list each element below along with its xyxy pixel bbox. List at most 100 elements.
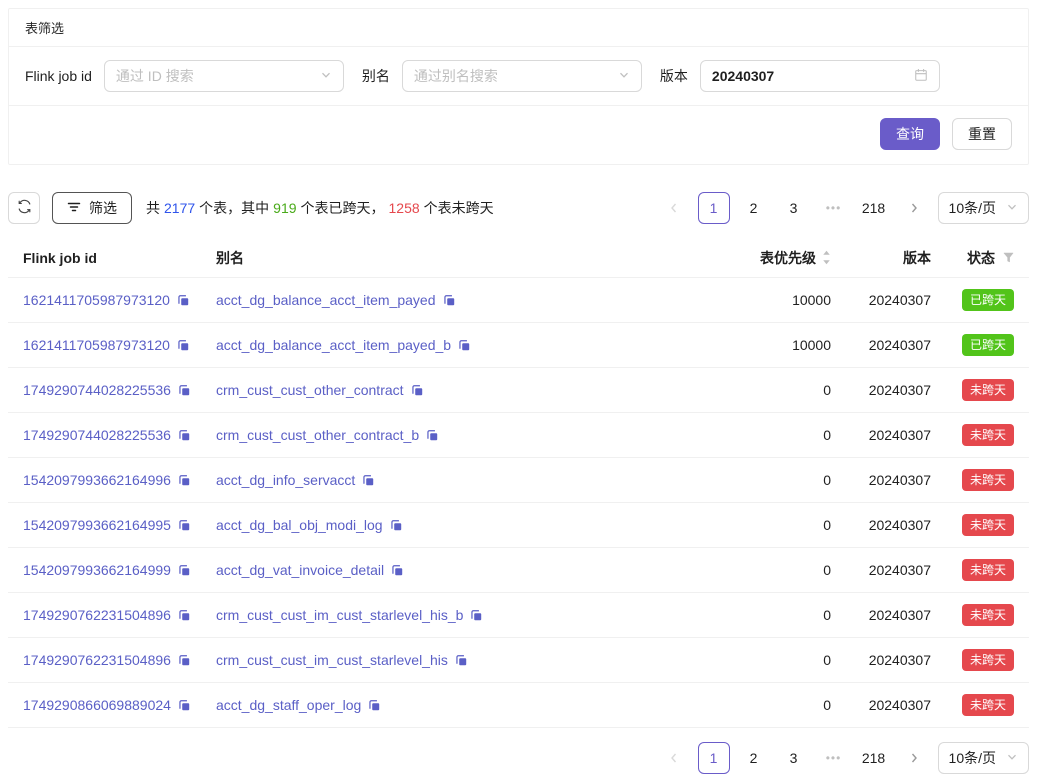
page-button-2[interactable]: 2: [738, 192, 770, 224]
cell-alias: acct_dg_balance_acct_item_payed: [208, 292, 689, 308]
summary-uncrossed-count: 1258: [389, 200, 420, 216]
cell-flink-job-id: 1621411705987973120: [8, 292, 208, 308]
table-body: 1621411705987973120 acct_dg_balance_acct…: [8, 278, 1029, 728]
alias-link[interactable]: acct_dg_balance_acct_item_payed: [216, 292, 436, 308]
page-ellipsis[interactable]: •••: [818, 742, 850, 774]
copy-icon[interactable]: [178, 519, 191, 532]
alias-link[interactable]: acct_dg_balance_acct_item_payed_b: [216, 337, 451, 353]
alias-link[interactable]: crm_cust_cust_other_contract: [216, 382, 404, 398]
page-button-3[interactable]: 3: [778, 742, 810, 774]
refresh-button[interactable]: [8, 192, 40, 224]
page-size-select[interactable]: 10条/页: [938, 742, 1029, 774]
flink-job-id-link[interactable]: 1749290744028225536: [23, 382, 171, 398]
filter-lines-icon: [67, 200, 81, 217]
copy-icon[interactable]: [177, 339, 190, 352]
page-button-2[interactable]: 2: [738, 742, 770, 774]
alias-link[interactable]: acct_dg_staff_oper_log: [216, 697, 361, 713]
copy-icon[interactable]: [391, 564, 404, 577]
version-value: 20240307: [869, 382, 931, 398]
copy-icon[interactable]: [411, 384, 424, 397]
copy-icon[interactable]: [178, 384, 191, 397]
alias-select[interactable]: 通过别名搜索: [402, 60, 642, 92]
flink-job-id-link[interactable]: 1749290762231504896: [23, 607, 171, 623]
page-button-last[interactable]: 218: [858, 192, 890, 224]
page-button-last[interactable]: 218: [858, 742, 890, 774]
priority-value: 0: [823, 652, 831, 668]
flink-job-id-link[interactable]: 1542097993662164999: [23, 562, 171, 578]
version-value: 20240307: [869, 697, 931, 713]
copy-icon[interactable]: [178, 474, 191, 487]
filter-button[interactable]: 筛选: [52, 192, 132, 224]
status-badge: 已跨天: [962, 334, 1014, 356]
copy-icon[interactable]: [177, 294, 190, 307]
next-page-button[interactable]: [898, 742, 930, 774]
chevron-down-icon: [320, 68, 332, 84]
reset-button[interactable]: 重置: [952, 118, 1012, 150]
copy-icon[interactable]: [470, 609, 483, 622]
alias-link[interactable]: crm_cust_cust_im_cust_starlevel_his: [216, 652, 448, 668]
copy-icon[interactable]: [455, 654, 468, 667]
priority-value: 0: [823, 382, 831, 398]
copy-icon[interactable]: [178, 609, 191, 622]
alias-link[interactable]: crm_cust_cust_other_contract_b: [216, 427, 419, 443]
copy-icon[interactable]: [443, 294, 456, 307]
prev-page-button[interactable]: [658, 742, 690, 774]
alias-link[interactable]: acct_dg_bal_obj_modi_log: [216, 517, 383, 533]
cell-flink-job-id: 1542097993662164999: [8, 562, 208, 578]
col-version: 版本: [839, 248, 939, 268]
cell-priority: 0: [689, 517, 839, 533]
cell-alias: crm_cust_cust_im_cust_starlevel_his: [208, 652, 689, 668]
cell-alias: acct_dg_staff_oper_log: [208, 697, 689, 713]
col-flink-job-id: Flink job id: [8, 250, 208, 266]
flink-job-id-link[interactable]: 1621411705987973120: [23, 337, 170, 353]
cell-flink-job-id: 1542097993662164995: [8, 517, 208, 533]
page-size-value: 10条/页: [949, 748, 996, 768]
copy-icon[interactable]: [178, 654, 191, 667]
priority-value: 10000: [792, 292, 831, 308]
copy-icon[interactable]: [178, 429, 191, 442]
cell-version: 20240307: [839, 652, 939, 668]
copy-icon[interactable]: [390, 519, 403, 532]
page-button-1[interactable]: 1: [698, 192, 730, 224]
copy-icon[interactable]: [368, 699, 381, 712]
flink-job-id-link[interactable]: 1749290762231504896: [23, 652, 171, 668]
flink-job-id-link[interactable]: 1542097993662164995: [23, 517, 171, 533]
copy-icon[interactable]: [362, 474, 375, 487]
bottom-bar: 1 2 3 ••• 218 10条/页: [8, 742, 1029, 774]
page-button-1[interactable]: 1: [698, 742, 730, 774]
alias-link[interactable]: acct_dg_info_servacct: [216, 472, 355, 488]
cell-status: 未跨天: [939, 424, 1029, 446]
chevron-down-icon: [1006, 200, 1018, 216]
flink-job-id-link[interactable]: 1621411705987973120: [23, 292, 170, 308]
table-row: 1749290866069889024 acct_dg_staff_oper_l…: [8, 683, 1029, 728]
status-badge: 未跨天: [962, 379, 1014, 401]
flink-job-id-select[interactable]: 通过 ID 搜索: [104, 60, 344, 92]
filter-actions-row: 查询 重置: [9, 106, 1028, 164]
priority-value: 0: [823, 607, 831, 623]
cell-alias: acct_dg_vat_invoice_detail: [208, 562, 689, 578]
flink-job-id-link[interactable]: 1542097993662164996: [23, 472, 171, 488]
version-date-input[interactable]: 20240307: [700, 60, 940, 92]
flink-job-id-link[interactable]: 1749290866069889024: [23, 697, 171, 713]
copy-icon[interactable]: [178, 564, 191, 577]
alias-link[interactable]: acct_dg_vat_invoice_detail: [216, 562, 384, 578]
filter-panel: 表筛选 Flink job id 通过 ID 搜索 别名 通过别名搜索: [8, 8, 1029, 165]
page-button-3[interactable]: 3: [778, 192, 810, 224]
copy-icon[interactable]: [178, 699, 191, 712]
flink-job-id-link[interactable]: 1749290744028225536: [23, 427, 171, 443]
copy-icon[interactable]: [426, 429, 439, 442]
prev-page-button[interactable]: [658, 192, 690, 224]
col-priority[interactable]: 表优先级: [689, 248, 839, 268]
search-button[interactable]: 查询: [880, 118, 940, 150]
page-ellipsis[interactable]: •••: [818, 192, 850, 224]
filter-funnel-icon[interactable]: [1003, 252, 1014, 263]
next-page-button[interactable]: [898, 192, 930, 224]
page-size-select[interactable]: 10条/页: [938, 192, 1029, 224]
filter-fields-row: Flink job id 通过 ID 搜索 别名 通过别名搜索: [9, 47, 1028, 106]
col-status[interactable]: 状态: [939, 248, 1029, 268]
cell-priority: 0: [689, 697, 839, 713]
alias-link[interactable]: crm_cust_cust_im_cust_starlevel_his_b: [216, 607, 463, 623]
sort-carets-icon[interactable]: [822, 249, 831, 266]
copy-icon[interactable]: [458, 339, 471, 352]
summary-crossed-count: 919: [273, 200, 296, 216]
